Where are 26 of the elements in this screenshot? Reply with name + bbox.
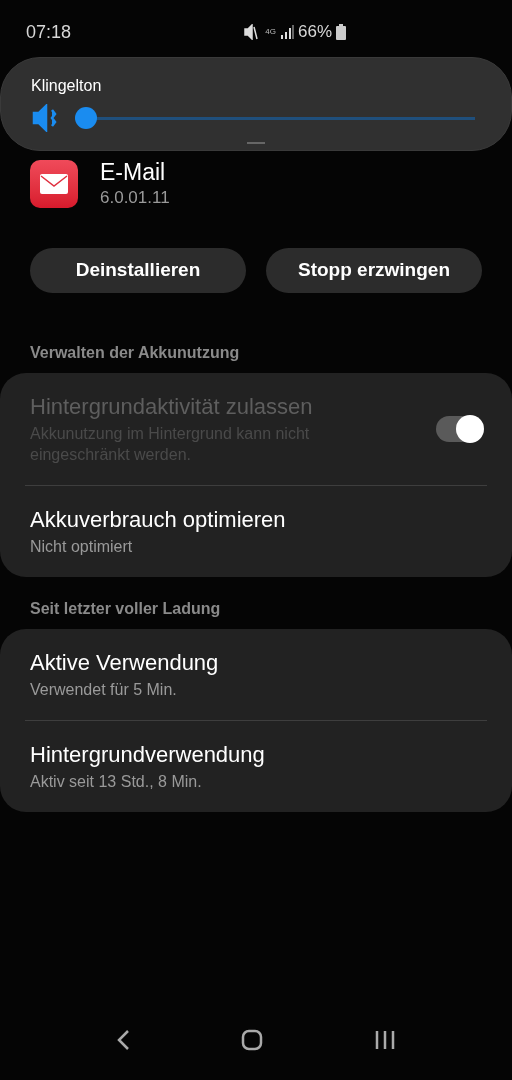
volume-label: Klingelton <box>31 76 103 96</box>
action-button[interactable]: Deinstallieren <box>30 248 246 293</box>
recent-apps-icon[interactable] <box>374 1030 397 1050</box>
setting-title: Aktive Verwendung <box>30 649 220 677</box>
network-type: 4G <box>265 28 276 36</box>
setting-title: Hintergrundaktivität zulassen <box>30 393 314 421</box>
setting-subtitle: Aktiv seit 13 Std., 8 Min. <box>30 772 203 792</box>
volume-slider[interactable] <box>75 107 475 129</box>
drag-handle[interactable] <box>247 142 265 144</box>
setting-title: Hintergrundverwendung <box>30 741 266 769</box>
action-button[interactable]: Stopp erzwingen <box>266 248 482 293</box>
app-name: E-Mail <box>100 158 167 186</box>
mail-app-icon <box>30 160 78 208</box>
setting-title: Akkuverbrauch optimieren <box>30 506 287 534</box>
setting-subtitle: Verwendet für 5 Min. <box>30 680 178 700</box>
app-version: 6.0.01.11 <box>100 187 170 209</box>
slider-thumb[interactable] <box>75 107 97 129</box>
clock: 07:18 <box>26 20 72 44</box>
setting-subtitle: Nicht optimiert <box>30 537 134 557</box>
section-header: Seit letzter voller Ladung <box>29 599 222 619</box>
battery-percent: 66% <box>297 21 332 44</box>
home-icon[interactable] <box>241 1029 263 1051</box>
section-header: Verwalten der Akkunutzung <box>29 343 241 363</box>
back-icon[interactable] <box>115 1029 130 1051</box>
signal-icon <box>279 25 294 39</box>
battery-icon <box>336 24 346 40</box>
